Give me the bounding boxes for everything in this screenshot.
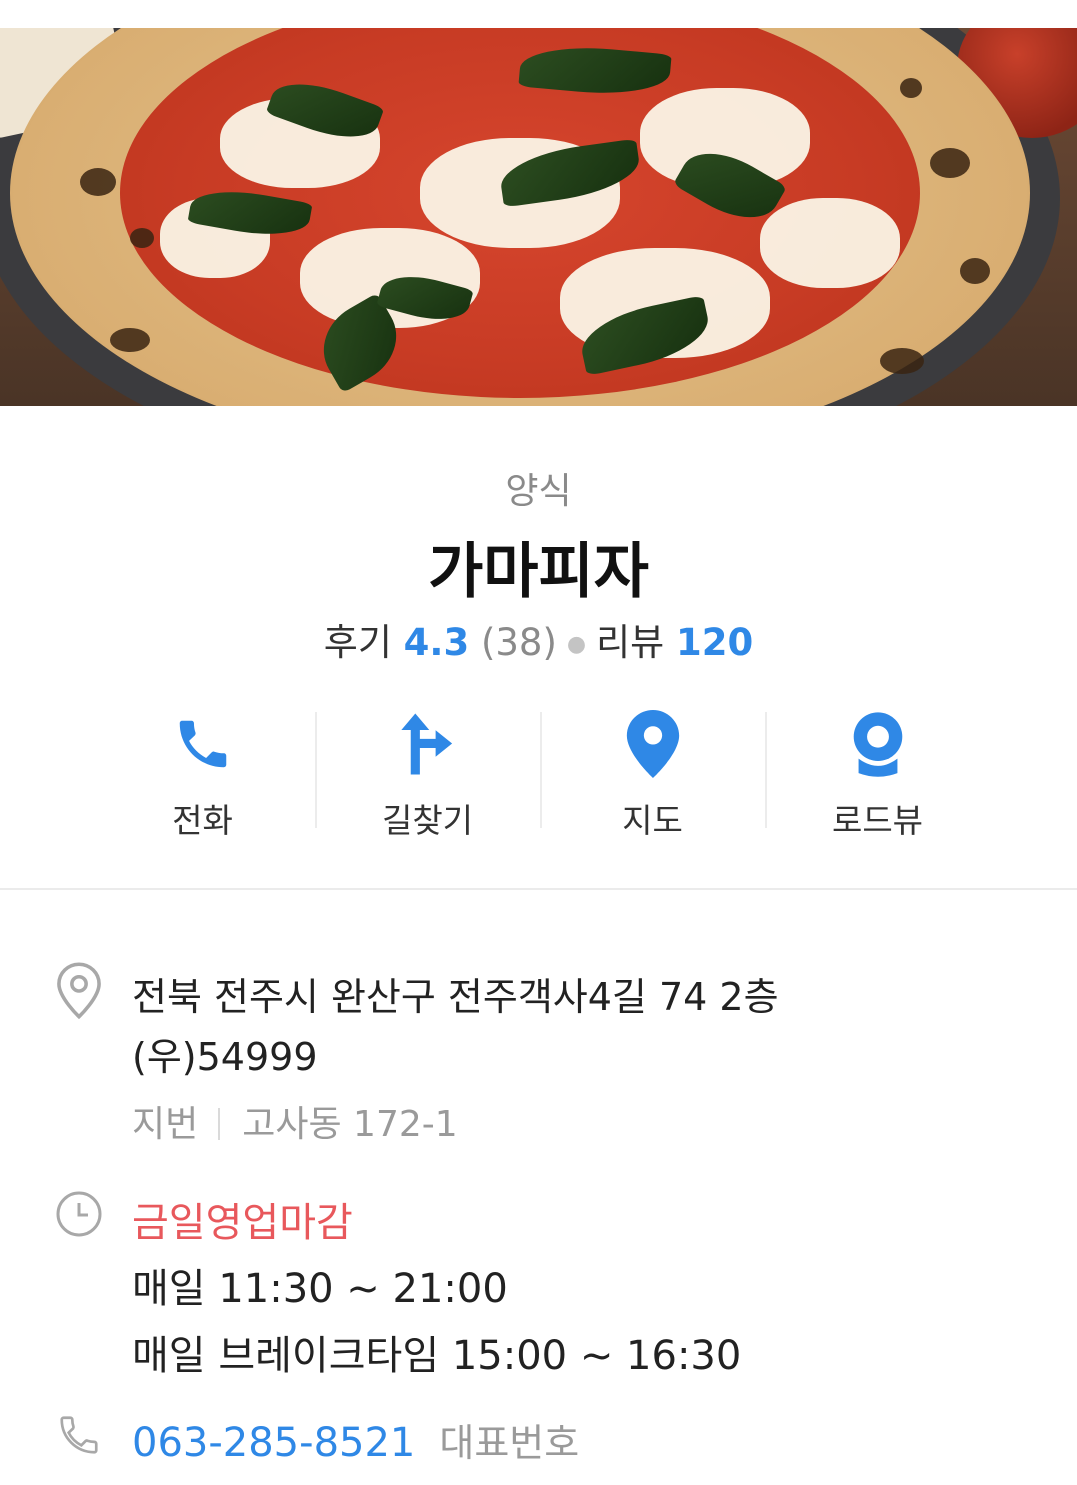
map-button[interactable]: 지도 xyxy=(540,708,765,840)
action-bar: 전화 길찾기 지도 로드뷰 xyxy=(90,708,990,840)
address-jibun: 지번 고사동 172-1 xyxy=(132,1095,458,1147)
place-category: 양식 xyxy=(505,471,572,512)
directions-button[interactable]: 길찾기 xyxy=(315,708,540,840)
call-button[interactable]: 전화 xyxy=(90,708,315,840)
roadview-label: 로드뷰 xyxy=(831,801,924,840)
business-status: 금일영업마감 xyxy=(132,1200,353,1246)
cheese-topping xyxy=(760,198,900,288)
phone-number-link[interactable]: 063-285-8521 xyxy=(132,1420,415,1466)
char-spot xyxy=(80,168,116,196)
char-spot xyxy=(900,78,922,98)
char-spot xyxy=(130,228,154,248)
place-title: 가마피자 xyxy=(428,537,649,607)
char-spot xyxy=(960,258,990,284)
jibun-value: 고사동 172-1 xyxy=(242,1104,458,1145)
hero-photo[interactable] xyxy=(0,28,1077,406)
phone-outline-icon xyxy=(54,1412,104,1458)
section-divider xyxy=(0,888,1077,890)
blog-review-count[interactable]: 120 xyxy=(676,621,753,664)
blog-review-label: 리뷰 xyxy=(596,621,665,664)
char-spot xyxy=(880,348,924,374)
clock-icon xyxy=(54,1190,104,1238)
phone-icon xyxy=(90,708,315,780)
char-spot xyxy=(930,148,970,178)
jibun-label: 지번 xyxy=(132,1104,199,1145)
rating-score[interactable]: 4.3 xyxy=(404,621,470,664)
directions-label: 길찾기 xyxy=(381,801,474,840)
roadview-button[interactable]: 로드뷰 xyxy=(765,708,990,840)
map-pin-icon xyxy=(540,708,765,780)
daily-hours: 매일 11:30 ~ 21:00 xyxy=(132,1266,508,1312)
char-spot xyxy=(110,328,150,352)
directions-icon xyxy=(315,708,540,780)
rating-count[interactable]: (38) xyxy=(481,621,557,664)
phone-type: 대표번호 xyxy=(439,1421,580,1465)
separator-dot: ● xyxy=(566,632,587,657)
break-time: 매일 브레이크타임 15:00 ~ 16:30 xyxy=(132,1333,742,1379)
roadview-icon xyxy=(765,708,990,780)
address-road[interactable]: 전북 전주시 완산구 전주객사4길 74 2층 xyxy=(132,966,779,1021)
review-label: 후기 xyxy=(323,621,392,664)
map-label: 지도 xyxy=(622,801,683,840)
phone-row: 063-285-8521 대표번호 xyxy=(132,1412,579,1467)
call-label: 전화 xyxy=(172,801,233,840)
jibun-separator xyxy=(218,1108,221,1140)
rating-summary: 후기 4.3 (38) ● 리뷰 120 xyxy=(0,612,1077,666)
address-postal: (우)54999 xyxy=(132,1035,318,1079)
location-icon xyxy=(54,962,104,1020)
